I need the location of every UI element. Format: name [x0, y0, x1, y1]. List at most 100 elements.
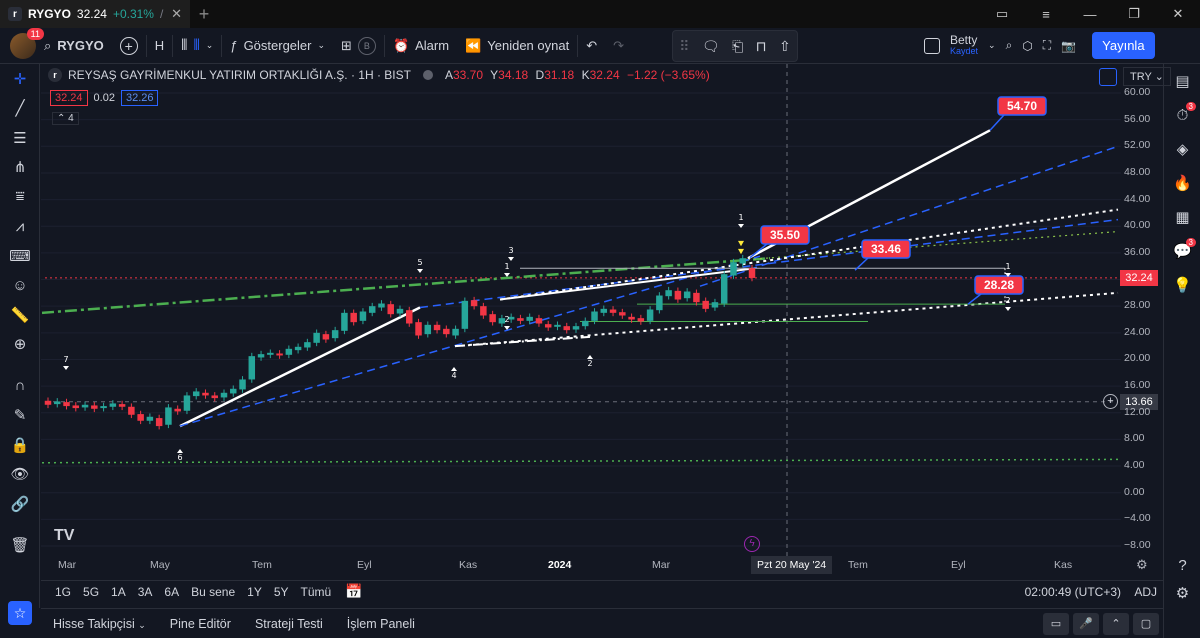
range-button-1a[interactable]: 1A	[105, 585, 132, 599]
undo-button[interactable]: ↶	[578, 28, 605, 64]
close-window-icon[interactable]: ✕	[1156, 6, 1200, 22]
drag-handle-icon[interactable]: ⠿	[679, 38, 689, 55]
add-compare-icon: +	[119, 36, 138, 55]
browser-tab[interactable]: r RYGYO 32.24 +0.31% / Be ✕	[0, 0, 190, 28]
candle	[433, 324, 441, 331]
microphone-icon[interactable]: 🎤	[1073, 612, 1099, 635]
ask-price[interactable]: 32.26	[120, 90, 159, 106]
date-range-icon[interactable]: 📅	[345, 583, 362, 600]
zoom-tool-icon[interactable]: ⊕	[0, 330, 40, 360]
new-tab-icon[interactable]: +	[190, 4, 218, 25]
symbol-title[interactable]: REYSAŞ GAYRİMENKUL YATIRIM ORTAKLIĞI A.Ş…	[68, 68, 411, 82]
chart-settings-icon[interactable]: ⚙	[1164, 576, 1200, 610]
watchlist-star-icon[interactable]: ☆	[8, 601, 32, 625]
compare-button[interactable]: +	[112, 28, 146, 64]
bar-type-button[interactable]: ⫴ ⫴ ⌄	[173, 28, 221, 64]
replay-button[interactable]: ⏪ Yeniden oynat	[457, 28, 577, 64]
indicators-button[interactable]: ƒ Göstergeler ⌄	[222, 28, 333, 64]
crosshair-tool-icon[interactable]: ✛	[0, 64, 40, 94]
indicators-collapse-button[interactable]: ⌃ 4	[52, 112, 79, 125]
emoji-tool-icon[interactable]: ☺	[0, 271, 40, 301]
candle	[63, 402, 70, 407]
collapse-panel-icon[interactable]: ⌃	[1103, 612, 1129, 635]
menu-icon[interactable]: ≡	[1024, 7, 1068, 22]
panel-options-icon[interactable]: ▭	[1043, 612, 1069, 635]
quick-search-icon[interactable]: ⌕	[1006, 38, 1013, 53]
range-button-tümü[interactable]: Tümü	[295, 585, 338, 599]
eye-icon[interactable]: 👁	[0, 460, 40, 490]
trendline-tool-icon[interactable]: ╱	[0, 94, 40, 124]
currency-button[interactable]: TRY ⌄	[1123, 67, 1171, 86]
fullscreen-icon[interactable]: ⛶	[1043, 38, 1051, 53]
calendar-icon[interactable]: ▦	[1164, 200, 1200, 234]
trash-icon[interactable]: 🗑	[0, 531, 40, 561]
tab-trading-panel[interactable]: İşlem Paneli	[335, 617, 427, 631]
redo-button[interactable]: ↷	[605, 28, 632, 64]
ruler-tool-icon[interactable]: 📏	[0, 300, 40, 330]
callout-icon[interactable]: ⎗	[732, 38, 743, 55]
bid-price[interactable]: 32.24	[50, 90, 88, 106]
tab-pine-editor[interactable]: Pine Editör	[158, 617, 243, 631]
axis-settings-icon[interactable]: ⚙	[1136, 557, 1148, 573]
callout-value: 33.46	[871, 242, 901, 256]
range-button-1g[interactable]: 1G	[49, 585, 77, 599]
drawing-tools-sidebar: ✛ ╱ ☰ ⋔ ⩸ ⩘ ⌨ ☺ 📏 ⊕ ∩ ✎ 🔒 👁 🔗 🗑	[0, 64, 40, 608]
lightning-icon[interactable]: ϟ	[744, 536, 760, 552]
price-tick-label: 52.00	[1124, 139, 1151, 152]
arrow-up-icon[interactable]: ⇧	[779, 38, 791, 55]
symbol-search[interactable]: ⌕ RYGYO	[36, 28, 112, 64]
annotation-tool-icon[interactable]: ⌨	[0, 241, 40, 271]
range-button-1y[interactable]: 1Y	[241, 585, 268, 599]
signpost-icon[interactable]: ⊓	[756, 38, 767, 55]
publish-button[interactable]: Yayınla	[1092, 32, 1155, 59]
chat-icon[interactable]: 💬 3	[1164, 234, 1200, 268]
chevron-down-icon[interactable]: ⌄	[988, 40, 996, 51]
fib-tool-icon[interactable]: ⩸	[0, 182, 40, 212]
candle	[544, 324, 552, 328]
templates-button[interactable]: ⊞ B	[333, 28, 384, 64]
range-button-3a[interactable]: 3A	[132, 585, 159, 599]
link-icon[interactable]: 🔗	[0, 489, 40, 519]
avatar[interactable]: 11	[10, 27, 44, 59]
pitchfork-tool-icon[interactable]: ⋔	[0, 153, 40, 183]
range-button-5y[interactable]: 5Y	[268, 585, 295, 599]
layout-name[interactable]: Betty Kaydet	[950, 34, 978, 56]
restore-icon[interactable]: ❐	[1112, 6, 1156, 22]
magnet-icon[interactable]: ∩	[0, 371, 40, 401]
pattern-tool-icon[interactable]: ⩘	[0, 212, 40, 242]
close-tab-icon[interactable]: ✕	[171, 6, 182, 22]
layout-square-icon[interactable]	[924, 37, 940, 54]
interval-button[interactable]: H	[147, 28, 172, 64]
price-tick-label: 44.00	[1124, 192, 1151, 205]
alerts-clock-icon[interactable]: ⏱ 3	[1164, 98, 1200, 132]
hotlist-fire-icon[interactable]: 🔥	[1164, 166, 1200, 200]
candle	[100, 406, 107, 409]
settings-icon[interactable]: ⬡	[1022, 39, 1032, 53]
layers-icon[interactable]: ◈	[1164, 132, 1200, 166]
tab-stock-screener[interactable]: Hisse Takipçisi ⌄	[41, 617, 158, 631]
adj-button[interactable]: ADJ	[1134, 585, 1157, 599]
support-dotted-green	[41, 458, 1119, 464]
horizontal-lines-tool-icon[interactable]: ☰	[0, 123, 40, 153]
alert-button[interactable]: ⏰ Alarm	[385, 28, 457, 64]
add-alert-plus-icon[interactable]: +	[1103, 393, 1118, 409]
callout-value: 28.28	[984, 278, 1014, 292]
candle	[674, 290, 682, 300]
range-button-6a[interactable]: 6A	[158, 585, 185, 599]
auto-scale-icon[interactable]	[1099, 67, 1117, 86]
comment-icon[interactable]: 🗨	[702, 38, 720, 55]
candle	[554, 324, 561, 327]
clock[interactable]: 02:00:49 (UTC+3)	[1025, 585, 1121, 599]
candle	[350, 312, 357, 323]
layout-icon[interactable]: ▭	[980, 6, 1024, 22]
pencil-lock-icon[interactable]: ✎	[0, 401, 40, 431]
ideas-icon[interactable]: 💡	[1164, 268, 1200, 302]
price-chart[interactable]: 54.70 35.50 33.46 28.28 7 6 5 4 3 1 2 2 1 1 2	[41, 64, 1163, 574]
lock-icon[interactable]: 🔒	[0, 430, 40, 460]
maximize-panel-icon[interactable]: ▢	[1133, 612, 1159, 635]
range-button-bu-sene[interactable]: Bu sene	[185, 585, 241, 599]
minimize-icon[interactable]: —	[1068, 7, 1112, 22]
range-button-5g[interactable]: 5G	[77, 585, 105, 599]
camera-icon[interactable]: 📷	[1061, 39, 1076, 53]
tab-strategy-tester[interactable]: Strateji Testi	[243, 617, 335, 631]
